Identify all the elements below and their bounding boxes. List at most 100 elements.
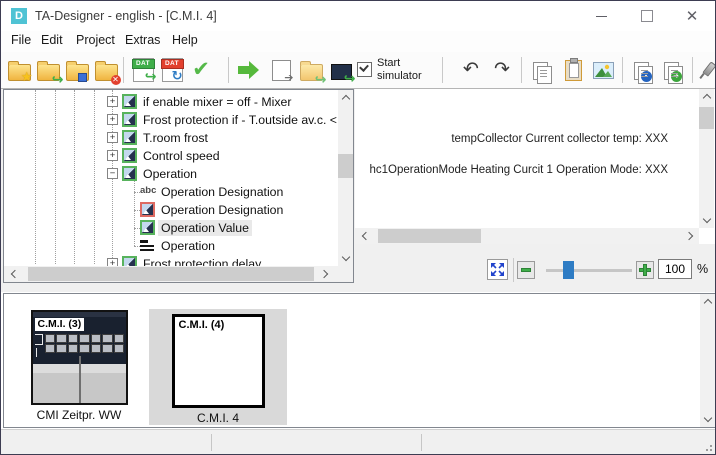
undo-button[interactable]: ↶ (457, 55, 485, 85)
scrollbar-thumb[interactable] (28, 267, 314, 281)
pages-vscrollbar[interactable] (700, 294, 715, 427)
page-thumbnail-cmi4[interactable]: C.M.I. (4) C.M.I. 4 (149, 309, 287, 425)
scrollbar-thumb[interactable] (338, 154, 353, 178)
scrollbar-thumb[interactable] (699, 107, 714, 129)
close-button[interactable]: ✕ (672, 1, 712, 31)
paste-button[interactable] (559, 55, 587, 85)
redo-button[interactable]: ↷ (488, 55, 516, 85)
zoom-out-button[interactable] (517, 261, 535, 279)
minus-icon (521, 268, 531, 272)
preview-hscrollbar[interactable] (355, 228, 699, 244)
scroll-down-button[interactable] (338, 251, 353, 266)
menu-help[interactable]: Help (172, 33, 198, 47)
tree-item[interactable]: + if enable mixer = off - Mixer (4, 93, 337, 111)
zoom-in-button[interactable] (636, 261, 654, 279)
tree-item-selected[interactable]: Operation Value (4, 219, 337, 237)
tree-item-label: T.room frost (140, 130, 211, 146)
scroll-up-button[interactable] (338, 90, 353, 105)
picture-icon (593, 62, 614, 79)
copy-export-button[interactable]: ➜ (659, 55, 687, 85)
minimize-button[interactable] (581, 1, 621, 31)
page-caption: C.M.I. 4 (197, 411, 239, 425)
copy-icon (533, 62, 548, 80)
page-thumbnail-cmi3[interactable]: C.M.I. (3) CMI Zeitpr. WW (24, 310, 134, 422)
tree-item[interactable]: + Frost protection if - T.outside av.c. … (4, 111, 337, 129)
zoom-fit-button[interactable] (487, 259, 508, 280)
status-separator (211, 434, 212, 451)
insert-image-button[interactable] (589, 55, 617, 85)
menu-extras[interactable]: Extras (125, 33, 160, 47)
menu-file[interactable]: File (11, 33, 31, 47)
expand-plus-icon[interactable]: + (107, 114, 118, 125)
undo-icon: ↶ (463, 61, 479, 79)
tree-item[interactable]: − Operation (4, 165, 337, 183)
zoom-slider-track[interactable] (546, 269, 632, 272)
run-button[interactable] (235, 55, 263, 85)
resize-grip[interactable] (702, 441, 713, 452)
scroll-up-button[interactable] (699, 89, 714, 104)
pipette-icon (697, 60, 716, 80)
tree-item-label: if enable mixer = off - Mixer (140, 94, 294, 110)
expand-plus-icon[interactable]: + (107, 150, 118, 161)
scroll-down-button[interactable] (699, 213, 714, 228)
preview-value-text: hc1OperationMode Heating Curcit 1 Operat… (369, 164, 668, 176)
close-project-button[interactable]: ✕ (92, 55, 120, 85)
tree-item[interactable]: + T.room frost (4, 129, 337, 147)
tree-item-label: Operation (140, 166, 200, 182)
start-simulator-toggle[interactable]: Startsimulator (357, 57, 422, 83)
mini-button-grid (45, 334, 125, 353)
new-project-button[interactable]: ★ (5, 55, 33, 85)
expand-plus-icon[interactable]: + (107, 96, 118, 107)
zoom-value-input[interactable] (658, 259, 692, 279)
pipette-button[interactable] (693, 55, 716, 85)
scroll-left-button[interactable] (6, 266, 21, 281)
copy-button[interactable] (528, 55, 556, 85)
toolbar: ★ ↪ ✕ DAT↪ DAT↻ ✔ ↪ ↪ Startsimulator ↶ ↷… (1, 52, 715, 89)
tree-item[interactable]: + Control speed (4, 147, 337, 165)
display-widget-icon (122, 94, 137, 109)
tree-item[interactable]: Operation (4, 237, 337, 255)
save-project-button[interactable] (63, 55, 91, 85)
display-widget-icon (122, 112, 137, 127)
tree-item-label: Operation (158, 238, 218, 254)
export-image-button[interactable]: ↪ (327, 55, 355, 85)
scroll-down-button[interactable] (700, 412, 715, 427)
preview-vscrollbar[interactable] (699, 89, 714, 228)
tree-item-label: Operation Value (158, 220, 252, 236)
mini-widget-mark (35, 334, 43, 345)
page-caption: CMI Zeitpr. WW (37, 408, 122, 422)
menu-edit[interactable]: Edit (41, 33, 63, 47)
scroll-left-button[interactable] (357, 228, 372, 243)
export-folder-button[interactable]: ↪ (297, 55, 325, 85)
start-simulator-checkbox[interactable] (357, 62, 372, 77)
toolbar-separator (228, 57, 229, 83)
menu-project[interactable]: Project (76, 33, 115, 47)
mini-divider (79, 356, 81, 403)
zoom-slider-thumb[interactable] (563, 261, 574, 279)
load-dat-button[interactable]: DAT↪ (129, 55, 157, 85)
scroll-up-button[interactable] (700, 294, 715, 309)
scroll-right-button[interactable] (318, 266, 333, 281)
copy-save-button[interactable]: ▪ (629, 55, 657, 85)
tree-item[interactable]: Operation Designation (4, 183, 337, 201)
expand-plus-icon[interactable]: + (107, 132, 118, 143)
text-lines-icon (140, 238, 155, 253)
maximize-button[interactable] (627, 1, 667, 31)
maximize-icon (641, 10, 653, 22)
open-project-button[interactable]: ↪ (34, 55, 62, 85)
display-widget-red-icon (140, 202, 155, 217)
reload-dat-button[interactable]: DAT↻ (158, 55, 186, 85)
page-thumbnail-image: C.M.I. (4) (172, 314, 265, 408)
tree-hscrollbar[interactable] (4, 266, 353, 282)
validate-button[interactable]: ✔ (187, 55, 215, 85)
folder-export-icon: ↪ (300, 64, 323, 81)
tree-vscrollbar[interactable] (338, 90, 353, 266)
page-thumbnail-image: C.M.I. (3) (31, 310, 128, 405)
scroll-right-button[interactable] (683, 228, 698, 243)
tree-item-label: Operation Designation (158, 202, 286, 218)
scrollbar-thumb[interactable] (378, 229, 481, 243)
collapse-minus-icon[interactable]: − (107, 168, 118, 179)
tree-item[interactable]: Operation Designation (4, 201, 337, 219)
dat-file-refresh-icon: DAT↻ (162, 58, 183, 82)
export-page-button[interactable] (267, 55, 295, 85)
